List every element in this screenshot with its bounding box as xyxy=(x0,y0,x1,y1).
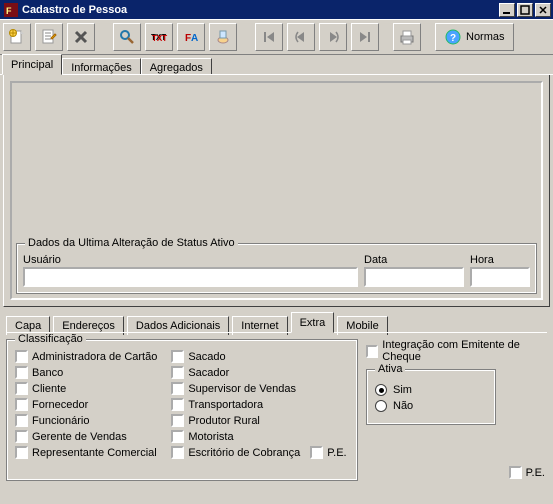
chk-fornecedor-label: Fornecedor xyxy=(32,399,88,411)
radio-sim-label: Sim xyxy=(393,384,412,396)
chk-representante[interactable]: Representante Comercial xyxy=(15,446,157,459)
chk-gerente[interactable]: Gerente de Vendas xyxy=(15,430,157,443)
data-label: Data xyxy=(364,254,464,266)
chk-sacador-label: Sacador xyxy=(188,367,229,379)
chk-sacador[interactable]: Sacador xyxy=(171,366,346,379)
chk-banco[interactable]: Banco xyxy=(15,366,157,379)
subtab-enderecos-label: Endereços xyxy=(62,320,115,332)
delete-button[interactable] xyxy=(67,23,95,51)
subtab-internet[interactable]: Internet xyxy=(232,316,287,335)
data-input[interactable] xyxy=(364,267,464,287)
subtab-extra[interactable]: Extra xyxy=(291,312,335,333)
chk-produtor[interactable]: Produtor Rural xyxy=(171,414,346,427)
chk-escritorio[interactable]: Escritório de Cobrança xyxy=(171,446,300,459)
chk-banco-label: Banco xyxy=(32,367,63,379)
chk-funcionario[interactable]: Funcionário xyxy=(15,414,157,427)
chk-admin-cartao[interactable]: Administradora de Cartão xyxy=(15,350,157,363)
subtab-capa-label: Capa xyxy=(15,320,41,332)
radio-nao[interactable]: Não xyxy=(375,400,487,412)
normas-label: Normas xyxy=(466,31,505,43)
subtab-dados[interactable]: Dados Adicionais xyxy=(127,316,229,335)
nav-first-button[interactable] xyxy=(255,23,283,51)
chk-escritorio-label: Escritório de Cobrança xyxy=(188,447,300,459)
chk-pe-left-label: P.E. xyxy=(327,447,346,459)
subtab-mobile-label: Mobile xyxy=(346,320,378,332)
top-tabstrip: Principal Informações Agregados xyxy=(0,55,553,75)
close-button[interactable] xyxy=(535,3,551,17)
chk-admin-cartao-label: Administradora de Cartão xyxy=(32,351,157,363)
chk-pe-left[interactable]: P.E. xyxy=(310,446,346,459)
clear-button[interactable] xyxy=(209,23,237,51)
bottom-panel: Classificação Administradora de Cartão B… xyxy=(6,333,547,481)
subtab-mobile[interactable]: Mobile xyxy=(337,316,387,335)
tab-principal[interactable]: Principal xyxy=(2,54,62,75)
svg-text:TXT: TXT xyxy=(152,34,167,43)
chk-integracao[interactable]: Integração com Emitente de Cheque xyxy=(366,339,547,363)
chk-motorista-label: Motorista xyxy=(188,431,233,443)
classification-group: Classificação Administradora de Cartão B… xyxy=(6,339,358,481)
status-groupbox: Dados da Ultima Alteração de Status Ativ… xyxy=(16,243,537,294)
print-button[interactable] xyxy=(393,23,421,51)
nav-next-button[interactable] xyxy=(319,23,347,51)
status-legend: Dados da Ultima Alteração de Status Ativ… xyxy=(25,237,238,249)
chk-funcionario-label: Funcionário xyxy=(32,415,89,427)
chk-representante-label: Representante Comercial xyxy=(32,447,157,459)
fa-button[interactable]: FA xyxy=(177,23,205,51)
svg-text:F: F xyxy=(6,6,12,16)
hora-input[interactable] xyxy=(470,267,530,287)
chk-fornecedor[interactable]: Fornecedor xyxy=(15,398,157,411)
classification-legend: Classificação xyxy=(15,333,86,345)
toolbar: TXTTXT FA ? Normas xyxy=(0,19,553,55)
svg-text:A: A xyxy=(191,33,198,44)
subtab-dados-label: Dados Adicionais xyxy=(136,320,220,332)
chk-sacado-label: Sacado xyxy=(188,351,225,363)
window-title: Cadastro de Pessoa xyxy=(22,4,127,16)
radio-sim[interactable]: Sim xyxy=(375,384,487,396)
chk-pe-right-label: P.E. xyxy=(526,467,545,479)
normas-button[interactable]: ? Normas xyxy=(435,23,514,51)
maximize-button[interactable] xyxy=(517,3,533,17)
chk-motorista[interactable]: Motorista xyxy=(171,430,346,443)
chk-produtor-label: Produtor Rural xyxy=(188,415,260,427)
chk-pe-right[interactable]: P.E. xyxy=(509,466,545,479)
new-button[interactable] xyxy=(3,23,31,51)
search-button[interactable] xyxy=(113,23,141,51)
usuario-input[interactable] xyxy=(23,267,358,287)
chk-supervisor-label: Supervisor de Vendas xyxy=(188,383,296,395)
tab-agregados-label: Agregados xyxy=(150,62,203,74)
chk-transportadora-label: Transportadora xyxy=(188,399,263,411)
titlebar: F Cadastro de Pessoa xyxy=(0,0,553,19)
edit-button[interactable] xyxy=(35,23,63,51)
txt-button[interactable]: TXTTXT xyxy=(145,23,173,51)
chk-integracao-label: Integração com Emitente de Cheque xyxy=(382,339,547,363)
radio-nao-label: Não xyxy=(393,400,413,412)
app-icon: F xyxy=(4,3,18,17)
subtab-extra-label: Extra xyxy=(300,317,326,329)
sub-tabstrip: Capa Endereços Dados Adicionais Internet… xyxy=(0,307,553,333)
svg-text:?: ? xyxy=(450,33,456,44)
ativa-legend: Ativa xyxy=(375,363,405,375)
minimize-button[interactable] xyxy=(499,3,515,17)
chk-cliente[interactable]: Cliente xyxy=(15,382,157,395)
chk-cliente-label: Cliente xyxy=(32,383,66,395)
chk-gerente-label: Gerente de Vendas xyxy=(32,431,127,443)
usuario-label: Usuário xyxy=(23,254,358,266)
chk-supervisor[interactable]: Supervisor de Vendas xyxy=(171,382,346,395)
subtab-internet-label: Internet xyxy=(241,320,278,332)
ativa-group: Ativa Sim Não xyxy=(366,369,496,425)
top-panel: Dados da Ultima Alteração de Status Ativ… xyxy=(3,75,550,307)
hora-label: Hora xyxy=(470,254,530,266)
chk-sacado[interactable]: Sacado xyxy=(171,350,346,363)
nav-prev-button[interactable] xyxy=(287,23,315,51)
tab-principal-label: Principal xyxy=(11,59,53,71)
chk-transportadora[interactable]: Transportadora xyxy=(171,398,346,411)
nav-last-button[interactable] xyxy=(351,23,379,51)
tab-informacoes-label: Informações xyxy=(71,62,132,74)
